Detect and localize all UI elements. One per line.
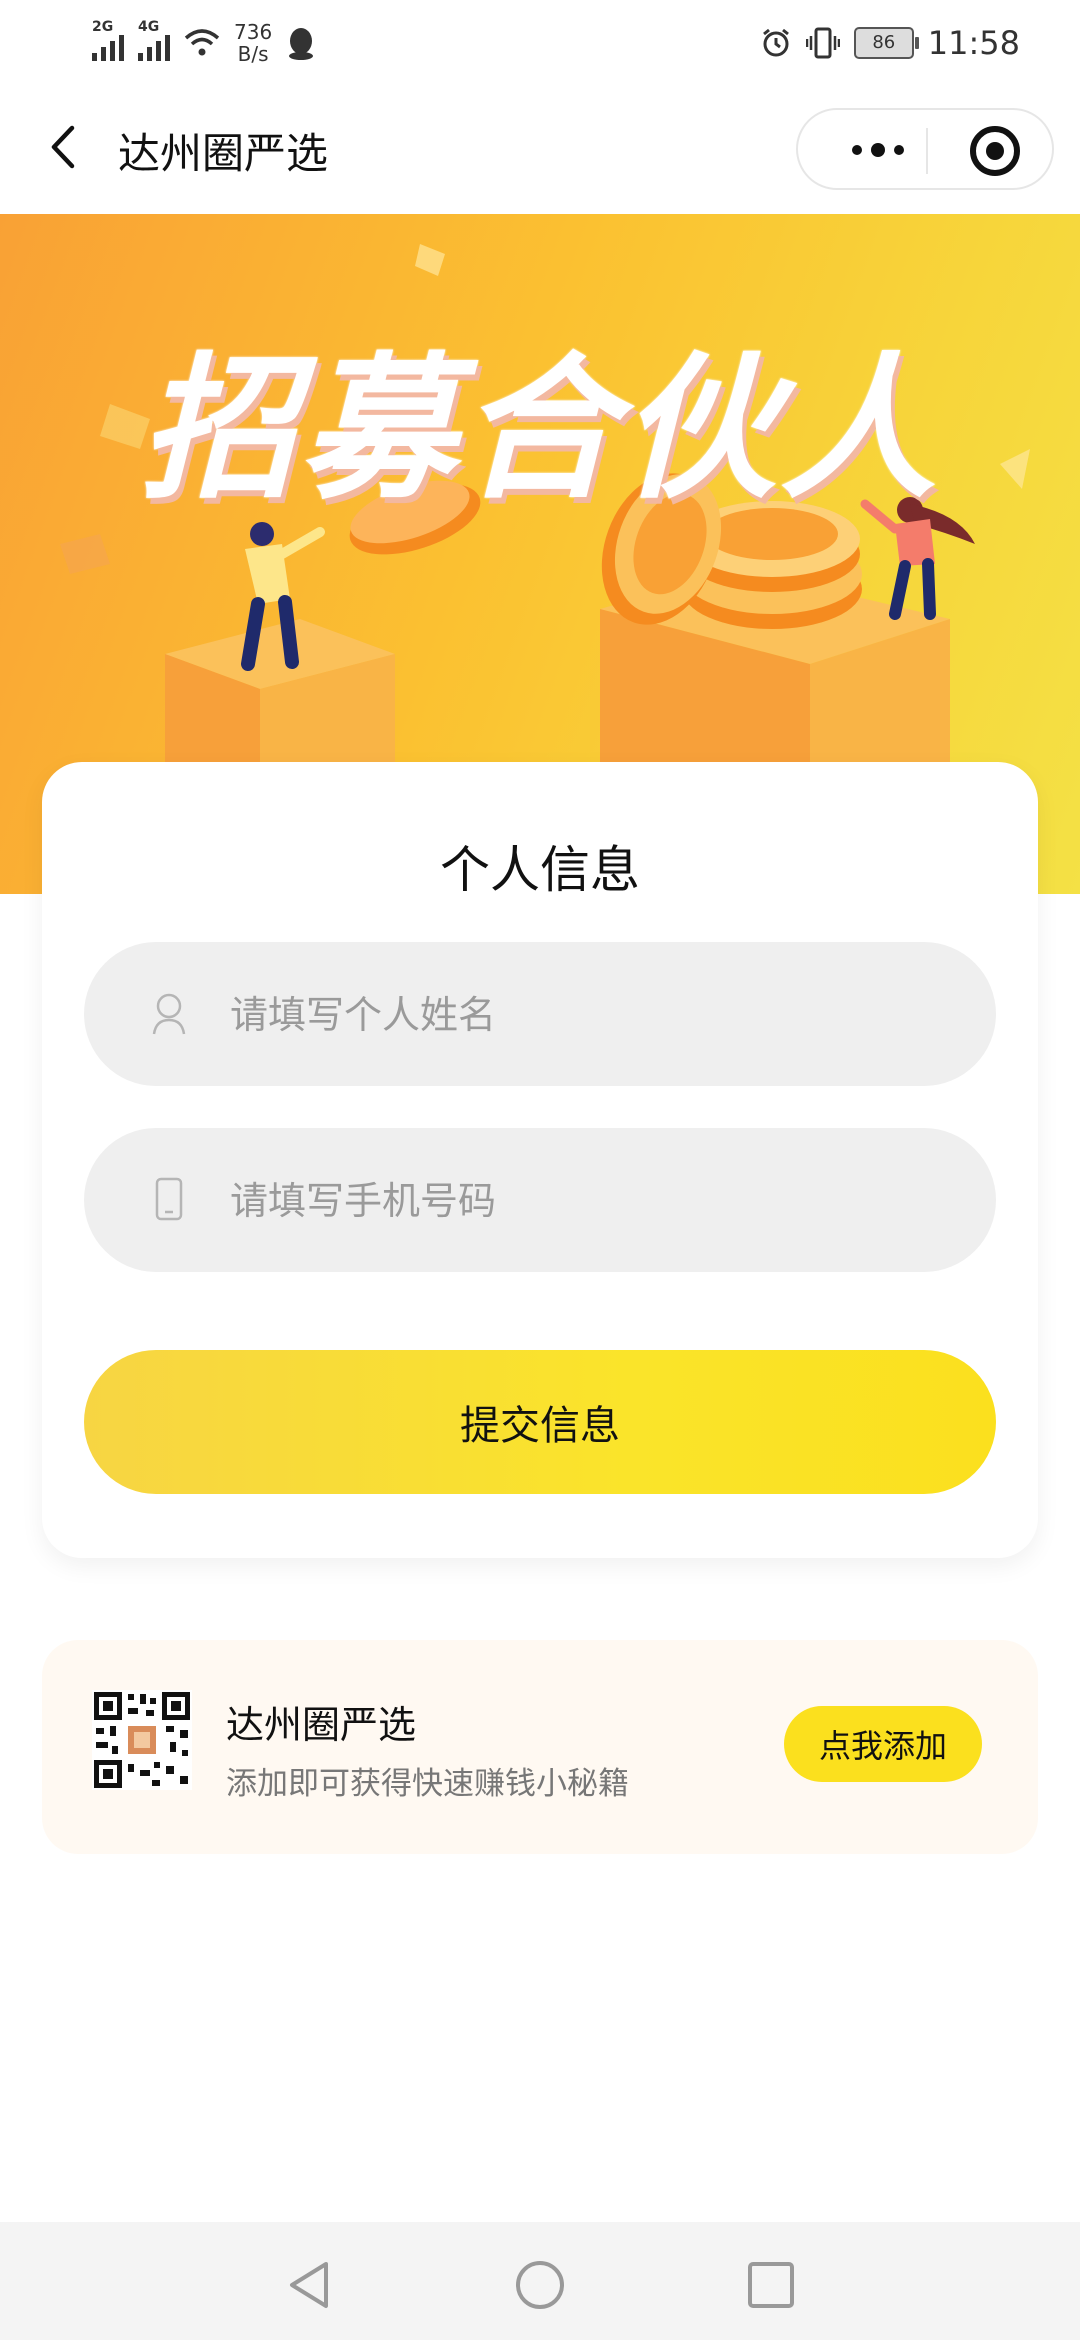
add-contact-button[interactable]: 点我添加 <box>784 1706 982 1782</box>
signal-type-label: 2G <box>92 19 114 35</box>
name-field[interactable] <box>84 942 996 1086</box>
contact-description: 添加即可获得快速赚钱小秘籍 <box>226 1766 629 1802</box>
vibrate-icon <box>805 27 840 59</box>
back-arrow-icon[interactable] <box>40 122 90 172</box>
signal-type-label-2: 4G <box>138 19 160 35</box>
personal-info-card: 个人信息 提交信息 <box>42 762 1038 1558</box>
status-bar: 2G 4G 736 B/s 86 11:58 <box>0 0 1080 84</box>
phone-input[interactable] <box>228 1162 932 1240</box>
alarm-icon <box>762 28 789 57</box>
clock: 11:58 <box>927 24 1020 62</box>
user-icon <box>152 993 186 1035</box>
net-speed-value: 736 <box>234 20 273 44</box>
nav-back-icon[interactable] <box>282 2258 336 2312</box>
nav-recent-icon[interactable] <box>744 2258 798 2312</box>
wifi-icon <box>184 29 220 56</box>
net-speed-unit: B/s <box>237 42 269 66</box>
page-title: 达州圈严选 <box>118 129 329 178</box>
add-contact-card: 达州圈严选 添加即可获得快速赚钱小秘籍 点我添加 <box>42 1640 1038 1854</box>
system-nav-bar <box>0 2222 1080 2340</box>
name-input[interactable] <box>228 976 932 1054</box>
more-dots-icon[interactable] <box>838 132 918 168</box>
battery-indicator: 86 <box>853 27 919 59</box>
qr-code-icon <box>92 1690 192 1790</box>
submit-button[interactable]: 提交信息 <box>84 1350 996 1494</box>
signal-icon: 2G <box>92 19 124 61</box>
mini-program-capsule <box>796 108 1054 190</box>
phone-field[interactable] <box>84 1128 996 1272</box>
capsule-divider <box>926 128 928 174</box>
nav-bar: 达州圈严选 <box>0 84 1080 214</box>
net-speed: 736 B/s <box>234 21 272 65</box>
banner-title: 招募合伙人 <box>140 338 940 520</box>
phone-icon <box>155 1177 183 1221</box>
qq-icon <box>289 28 314 60</box>
nav-home-icon[interactable] <box>513 2258 567 2312</box>
card-title: 个人信息 <box>440 841 640 899</box>
target-icon[interactable] <box>970 126 1020 176</box>
signal-icon-2: 4G <box>138 19 170 61</box>
contact-name: 达州圈严选 <box>226 1703 417 1747</box>
